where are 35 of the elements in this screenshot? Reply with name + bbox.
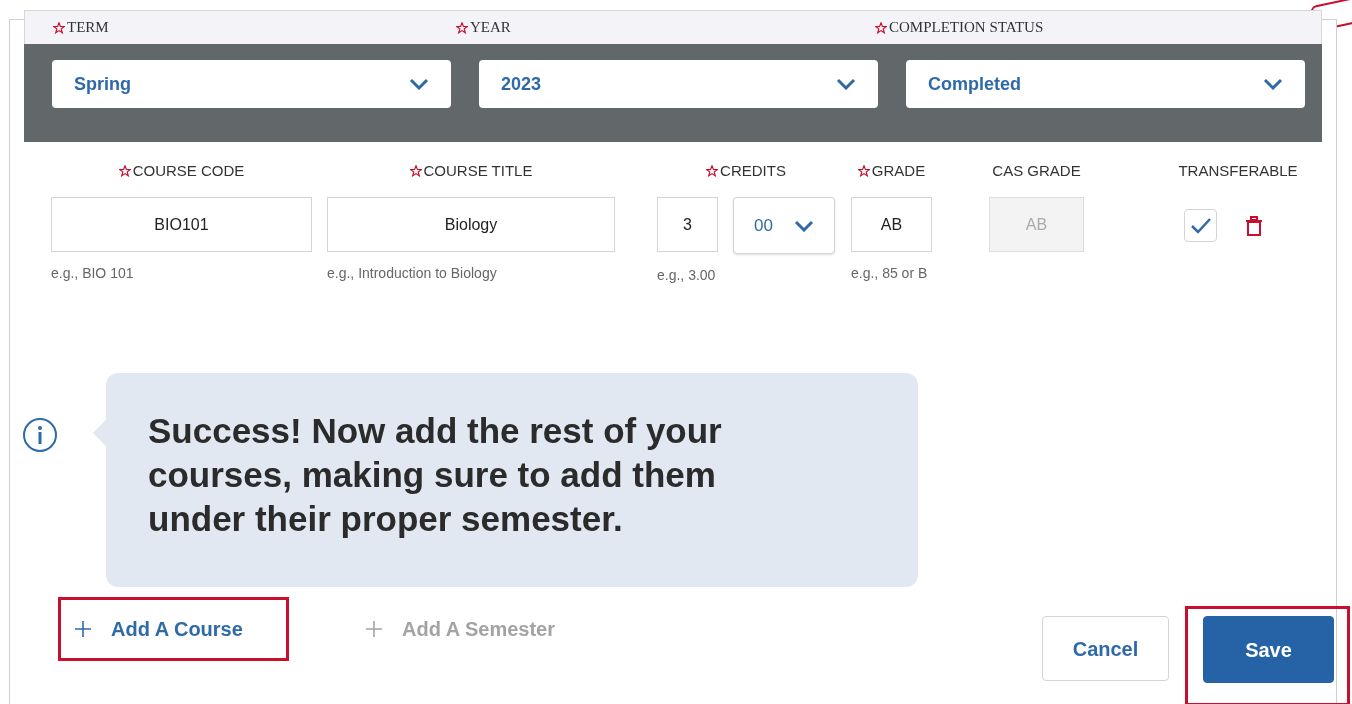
column-header: COURSE CODE: [132, 160, 245, 181]
input-field[interactable]: Biology: [327, 197, 615, 252]
tooltip-text: Success! Now add the rest of your courses, making sure to add them under their proper semester.: [148, 410, 723, 540]
column-header: CREDITS: [720, 160, 786, 181]
field-label: COMPLETION STATUS: [889, 18, 1044, 38]
chevron-down-icon: [794, 219, 814, 232]
chevron-down-icon: [409, 78, 429, 90]
save-button[interactable]: Save: [1203, 616, 1334, 683]
column-header: CAS GRADE: [992, 160, 1081, 181]
plus-icon: [366, 621, 382, 637]
chevron-down-icon: [836, 78, 856, 90]
chevron-down-icon: [1263, 78, 1283, 90]
input-field[interactable]: AB: [851, 197, 932, 252]
field-label: YEAR: [470, 18, 511, 38]
info-icon: [22, 417, 58, 453]
dropdown[interactable]: Spring: [52, 60, 451, 108]
dropdown[interactable]: Completed: [906, 60, 1305, 108]
field-hint: e.g., BIO 101: [51, 264, 135, 283]
field-hint: e.g., Introduction to Biology: [327, 264, 498, 283]
check-icon: [1189, 216, 1212, 235]
column-header: GRADE: [871, 160, 926, 181]
field-hint: e.g., 85 or B: [851, 264, 929, 283]
column-header: TRANSFERABLE: [1178, 160, 1298, 181]
dropdown[interactable]: 00: [733, 197, 835, 254]
field-label: TERM: [67, 18, 109, 38]
checkbox[interactable]: [1184, 209, 1217, 242]
input-field[interactable]: 3: [657, 197, 718, 252]
trash-icon[interactable]: [1245, 216, 1263, 236]
plus-icon: [75, 621, 91, 637]
dropdown[interactable]: 2023: [479, 60, 878, 108]
cancel-button[interactable]: Cancel: [1042, 616, 1169, 681]
column-header: COURSE TITLE: [423, 160, 533, 181]
add-link[interactable]: Add A Course: [58, 597, 289, 661]
input-field[interactable]: BIO101: [51, 197, 312, 252]
field-hint: e.g., 3.00: [657, 266, 717, 285]
